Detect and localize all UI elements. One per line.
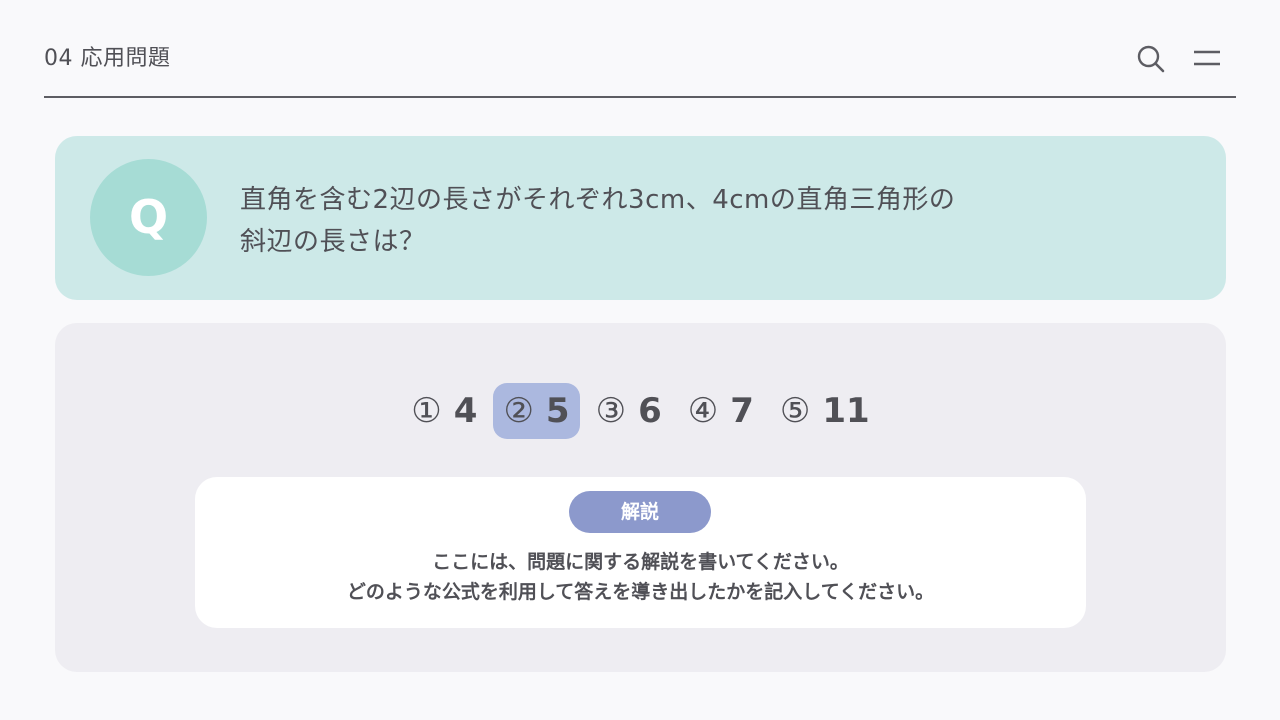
answer-choices: ① 4 ② 5 ③ 6 ④ 7 ⑤ 11 <box>55 383 1226 439</box>
explanation-text: ここには、問題に関する解説を書いてください。 どのような公式を利用して答えを導き… <box>195 547 1086 607</box>
answer-panel: ① 4 ② 5 ③ 6 ④ 7 ⑤ 11 解説 ここには、問題に関する解説を書い… <box>55 323 1226 672</box>
choice-number: ③ <box>595 391 627 431</box>
header: 04 応用問題 <box>44 0 1236 98</box>
choice-number: ① <box>411 391 442 431</box>
explanation-line-2: どのような公式を利用して答えを導き出したかを記入してください。 <box>346 581 935 603</box>
page-title: 04 応用問題 <box>44 46 171 71</box>
choice-1[interactable]: ① 4 <box>401 383 487 439</box>
choice-2[interactable]: ② 5 <box>493 383 580 439</box>
choice-number: ④ <box>687 391 719 431</box>
question-badge: Q <box>90 159 207 276</box>
question-text: 直角を含む2辺の長さがそれぞれ3cm、4cmの直角三角形の斜辺の長さは？ <box>240 185 956 257</box>
choice-number: ⑤ <box>779 391 811 431</box>
question-card: Q 直角を含む2辺の長さがそれぞれ3cm、4cmの直角三角形の斜辺の長さは？ <box>55 136 1226 300</box>
search-icon[interactable] <box>1136 44 1166 74</box>
choice-4[interactable]: ④ 7 <box>678 383 764 439</box>
choice-3[interactable]: ③ 6 <box>586 383 672 439</box>
choice-value: 7 <box>730 391 754 431</box>
explanation-box: 解説 ここには、問題に関する解説を書いてください。 どのような公式を利用して答え… <box>195 477 1086 628</box>
choice-value: 4 <box>453 391 478 431</box>
choice-value: 11 <box>822 391 870 431</box>
choice-value: 6 <box>638 391 662 431</box>
explanation-line-1: ここには、問題に関する解説を書いてください。 <box>432 551 849 573</box>
explanation-label: 解説 <box>569 491 711 533</box>
choice-number: ② <box>503 391 534 431</box>
choice-5[interactable]: ⑤ 11 <box>770 383 880 439</box>
menu-icon[interactable] <box>1192 44 1222 74</box>
choice-value: 5 <box>545 391 570 431</box>
